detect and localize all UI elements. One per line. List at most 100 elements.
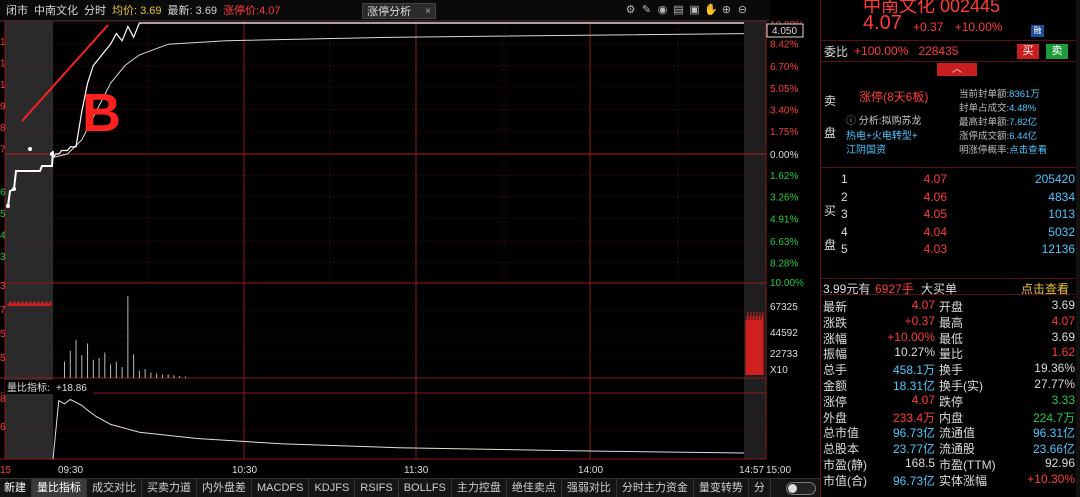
limit-stat-label: 封单占成交: — [959, 103, 1010, 114]
intraday-chart[interactable]: 10.00% 8.42% 6.70% 5.05% 3.40% 1.75% 0.00% 1.62… — [0, 21, 820, 478]
price-badge: 4.050 — [772, 26, 797, 37]
order-book-row: 4 4.04 5032 — [821, 225, 1080, 243]
collapse-button[interactable]: ︿ — [937, 63, 977, 76]
quote-value: 18.31亿 — [892, 379, 935, 393]
annotation-letter: B — [82, 83, 121, 143]
concept-line-1[interactable]: 热电+火电转型+ — [846, 127, 918, 142]
tab-13[interactable]: 量变转势 — [694, 479, 749, 497]
tab-2[interactable]: 成交对比 — [87, 479, 142, 497]
big-buy-label: 大买单 — [921, 282, 958, 296]
indicator-tab-bar: 新建 量比指标 成交对比 买卖力道 内外盘差 MACDFS KDJFS RSIFS BOLLFS… — [0, 478, 820, 497]
limit-stat-value[interactable]: 点击查看 — [1009, 145, 1047, 156]
quote-value: 1.62 — [1051, 345, 1075, 360]
order-book-row: 1 4.07 205420 — [821, 172, 1080, 190]
vol-tick-label: 44592 — [770, 328, 798, 339]
quote-value: 233.4万 — [892, 410, 935, 425]
auction-dot — [12, 187, 16, 191]
settings-icon[interactable]: ⚙ — [624, 4, 637, 17]
sell-pan-label: 盘 — [824, 126, 837, 140]
left-tick-label: 1 — [0, 37, 6, 48]
time-label: 15 — [0, 465, 12, 476]
quote-label: 换手(实) — [939, 379, 983, 393]
quote-label: 总股本 — [823, 442, 860, 457]
sell-button[interactable]: 卖 — [1046, 44, 1068, 59]
tab-14[interactable]: 分 — [749, 479, 771, 497]
edit-icon[interactable]: ✎ — [640, 4, 653, 17]
window-edge — [1076, 0, 1080, 497]
vol-tick-label: X10 — [770, 365, 788, 376]
indicator-label: 量比指标: — [7, 381, 50, 394]
time-label: 09:30 — [58, 465, 83, 476]
quote-value: 27.77% — [1034, 377, 1075, 391]
buy-button[interactable]: 买 — [1017, 44, 1039, 59]
quote-value: 224.7万 — [1032, 410, 1075, 425]
book-level: 4 — [841, 224, 848, 239]
quote-value: 19.36% — [1034, 361, 1075, 376]
book-level: 2 — [841, 189, 848, 204]
tab-0[interactable]: 新建 — [0, 479, 32, 497]
order-ratio-row: 委比 +100.00% 228435 买 卖 — [821, 40, 1080, 62]
avg-price-label: 均价: 3.69 — [112, 5, 162, 17]
limit-stats: 当前封单额:8361万 封单占成交:4.48% 最高封单额:7.82亿 涨停成交额:6… — [959, 88, 1047, 158]
tab-12[interactable]: 分时主力资金 — [617, 479, 694, 497]
tab-1[interactable]: 量比指标 — [32, 479, 87, 497]
left-vol-label: 3 — [0, 281, 6, 292]
y-tick-label: 3.26% — [770, 193, 798, 204]
eye-icon[interactable]: ◉ — [656, 4, 669, 17]
limit-analysis-tab[interactable]: 涨停分析 × — [362, 3, 436, 19]
quote-value: 3.69 — [1051, 329, 1075, 344]
book-price: 4.05 — [923, 207, 947, 221]
tab-11[interactable]: 强弱对比 — [562, 479, 617, 497]
tab-6[interactable]: KDJFS — [309, 479, 356, 497]
close-icon[interactable]: × — [425, 6, 431, 17]
limit-stat-value: 6.44亿 — [1009, 131, 1038, 142]
zoom-out-icon[interactable]: ⊖ — [736, 4, 749, 17]
left-tick-label: 9 — [0, 102, 6, 113]
hand-icon[interactable]: ✋ — [704, 4, 718, 17]
quote-value: 96.31亿 — [1032, 426, 1075, 441]
time-label: 15:00 — [766, 465, 791, 476]
zoom-in-icon[interactable]: ⊕ — [720, 4, 733, 17]
chart-mode[interactable]: 分时 — [84, 2, 106, 18]
limit-stat-row: 涨停成交额:6.44亿 — [959, 130, 1047, 144]
change-value: +0.37 — [913, 20, 944, 34]
book-level: 3 — [841, 207, 848, 221]
order-book-row: 2 4.06 4834 — [821, 190, 1080, 208]
quote-row: 涨停 4.07 跌停 3.33 — [821, 393, 1080, 409]
quote-label: 最低 — [939, 331, 964, 346]
quote-row: 涨跌 +0.37 最高 4.07 — [821, 314, 1080, 330]
big-buy-link[interactable]: 点击查看 — [1021, 280, 1069, 297]
quote-label: 换手 — [939, 363, 964, 378]
order-ratio-pct: +100.00% — [854, 44, 909, 58]
book-price: 4.07 — [923, 172, 947, 186]
quote-row: 振幅 10.27% 量比 1.62 — [821, 345, 1080, 361]
quote-value: 96.73亿 — [892, 426, 935, 441]
quote-label: 涨跌 — [823, 315, 848, 330]
panel-toggle[interactable] — [786, 482, 816, 495]
vol-tick-label: 67325 — [770, 302, 798, 313]
tab-8[interactable]: BOLLFS — [399, 479, 452, 497]
lock-icon[interactable]: ▣ — [688, 4, 701, 17]
quote-label: 跌停 — [939, 394, 964, 409]
stock-name[interactable]: 中南文化 — [34, 2, 78, 18]
y-tick-label: 1.75% — [770, 127, 798, 138]
y-tick-label: 0.00% — [770, 150, 798, 161]
tab-7[interactable]: RSIFS — [355, 479, 399, 497]
left-tick-label: 7 — [0, 145, 6, 156]
quote-panel: 中南文化 002445 4.07 +0.37 +10.00% 融 委比 +100… — [820, 0, 1080, 497]
big-buy-price: 3.99元有 — [823, 282, 871, 296]
quote-label: 市盈(静) — [823, 458, 867, 472]
tab-5[interactable]: MACDFS — [252, 479, 310, 497]
quote-value: +0.37 — [904, 313, 935, 328]
left-ind-label: 8 — [0, 394, 6, 405]
quote-value: 23.66亿 — [1032, 442, 1075, 457]
limit-up-box: 卖 盘 涨停(8天6板) ⓘ 分析:拟购苏龙 热电+火电转型+ 江阴国资 当前封… — [821, 78, 1080, 168]
tab-10[interactable]: 绝佳卖点 — [507, 479, 562, 497]
tab-9[interactable]: 主力控盘 — [452, 479, 507, 497]
tab-4[interactable]: 内外盘差 — [197, 479, 252, 497]
chart-icon[interactable]: ▤ — [672, 4, 685, 17]
tab-3[interactable]: 买卖力道 — [142, 479, 197, 497]
margin-badge: 融 — [1031, 25, 1044, 37]
quote-label: 涨幅 — [823, 331, 848, 346]
concept-line-2[interactable]: 江阴国资 — [846, 141, 886, 156]
